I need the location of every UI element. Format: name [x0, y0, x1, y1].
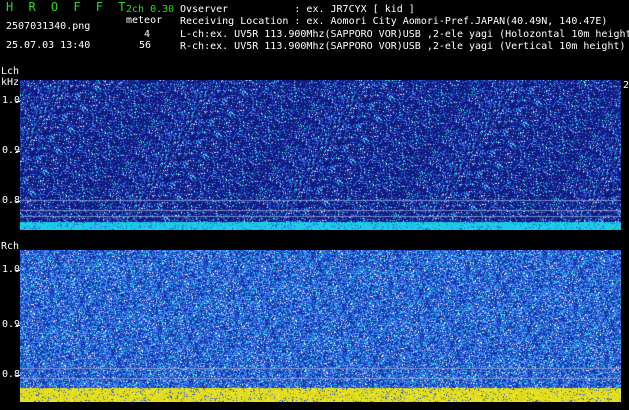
location-line: Receiving Location : ex. Aomori City Aom…	[180, 16, 608, 27]
lch-unit-label: kHz	[1, 77, 20, 88]
datetime-label: 25.07.03 13:40	[6, 40, 91, 51]
rch-spectrogram	[20, 250, 621, 402]
rch-info-line: R-ch:ex. UV5R 113.900Mhz(SAPPORO VOR)USB…	[180, 41, 626, 52]
meteor-lch-count: 4	[144, 29, 151, 40]
version-label: 2ch 0.30	[126, 4, 175, 15]
meteor-label: meteor	[126, 15, 163, 26]
lch-label: Lch	[1, 66, 20, 77]
filename-label: 2507031340.png	[6, 21, 91, 32]
time-tick-edge-label: 2	[623, 80, 629, 91]
rch-label: Rch	[1, 241, 20, 252]
lch-spectrogram	[20, 80, 621, 230]
observer-line: Ovserver : ex. JR7CYX [ kid ]	[180, 4, 415, 15]
meteor-rch-count: 56	[139, 40, 152, 51]
lch-info-line: L-ch:ex. UV5R 113.900Mhz(SAPPORO VOR)USB…	[180, 29, 629, 40]
app-title: H R O F F T	[6, 0, 130, 14]
